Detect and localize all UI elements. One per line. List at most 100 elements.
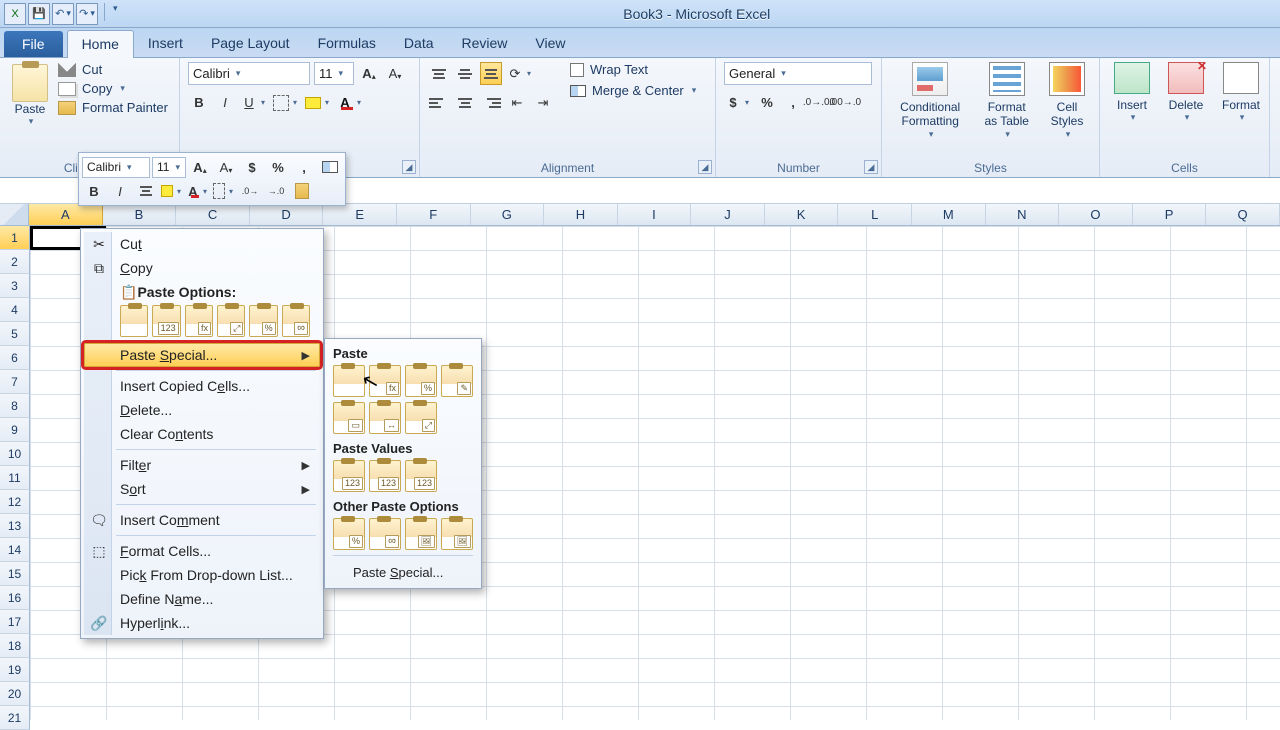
col-header-b[interactable]: B <box>103 204 177 225</box>
mini-size-combo[interactable]: 11▾ <box>152 157 186 178</box>
font-launcher[interactable]: ◢ <box>402 160 416 174</box>
sub-paste-values-num[interactable]: 123 <box>369 460 401 492</box>
sub-paste-formulas-num[interactable]: % <box>405 365 437 397</box>
ctx-insert-copied-cells[interactable]: Insert Copied Cells... <box>84 374 320 398</box>
row-header-13[interactable]: 13 <box>0 514 30 538</box>
accounting-format-button[interactable]: $ <box>724 91 752 114</box>
qat-save-icon[interactable]: 💾 <box>28 3 50 25</box>
ctx-cut[interactable]: ✂Cut <box>84 232 320 256</box>
mini-inc-decimal[interactable]: .0→ <box>238 180 262 202</box>
tab-formulas[interactable]: Formulas <box>304 30 390 57</box>
mini-font-combo[interactable]: Calibri▾ <box>82 157 150 178</box>
alignment-launcher[interactable]: ◢ <box>698 160 712 174</box>
sub-paste-all[interactable] <box>333 365 365 397</box>
sub-paste-link[interactable]: ∞ <box>369 518 401 550</box>
row-header-16[interactable]: 16 <box>0 586 30 610</box>
font-size-combo[interactable]: 11▾ <box>314 62 354 85</box>
ctx-paste-special[interactable]: Paste Special...▶ <box>84 343 320 367</box>
row-header-9[interactable]: 9 <box>0 418 30 442</box>
mini-merge[interactable] <box>318 156 342 178</box>
mini-accounting[interactable]: $ <box>240 156 264 178</box>
ctx-define-name[interactable]: Define Name... <box>84 587 320 611</box>
sub-paste-no-borders[interactable]: ▭ <box>333 402 365 434</box>
grow-font-button[interactable]: A▴ <box>358 62 380 85</box>
sub-paste-picture[interactable]: 🖼 <box>405 518 437 550</box>
row-header-20[interactable]: 20 <box>0 682 30 706</box>
align-right-button[interactable] <box>480 91 502 114</box>
sub-paste-linked-picture[interactable]: 🖼 <box>441 518 473 550</box>
row-header-6[interactable]: 6 <box>0 346 30 370</box>
row-header-1[interactable]: 1 <box>0 226 30 250</box>
mini-fill-color[interactable] <box>160 180 184 202</box>
ctx-paste-formatting[interactable]: % <box>249 305 277 337</box>
ctx-delete[interactable]: Delete... <box>84 398 320 422</box>
conditional-formatting-button[interactable]: Conditional Formatting▾ <box>890 62 970 140</box>
row-header-5[interactable]: 5 <box>0 322 30 346</box>
col-header-o[interactable]: O <box>1059 204 1133 225</box>
paste-button[interactable]: Paste ▾ <box>8 62 52 129</box>
font-color-button[interactable]: A <box>336 91 364 114</box>
font-name-combo[interactable]: Calibri▾ <box>188 62 310 85</box>
decrease-decimal-button[interactable]: .00→.0 <box>834 91 856 114</box>
sub-paste-values-src-fmt[interactable]: 123 <box>405 460 437 492</box>
mini-font-color[interactable]: A <box>186 180 210 202</box>
col-header-m[interactable]: M <box>912 204 986 225</box>
increase-indent-button[interactable]: ⇥ <box>532 91 554 114</box>
shrink-font-button[interactable]: A▾ <box>384 62 406 85</box>
ctx-copy[interactable]: ⧉Copy <box>84 256 320 280</box>
row-header-15[interactable]: 15 <box>0 562 30 586</box>
row-header-21[interactable]: 21 <box>0 706 30 730</box>
row-header-2[interactable]: 2 <box>0 250 30 274</box>
row-header-10[interactable]: 10 <box>0 442 30 466</box>
tab-review[interactable]: Review <box>448 30 522 57</box>
col-header-c[interactable]: C <box>176 204 250 225</box>
row-header-18[interactable]: 18 <box>0 634 30 658</box>
col-header-i[interactable]: I <box>618 204 692 225</box>
format-painter-button[interactable]: Format Painter <box>58 100 168 115</box>
ctx-paste-transpose[interactable]: ⤢ <box>217 305 245 337</box>
decrease-indent-button[interactable]: ⇤ <box>506 91 528 114</box>
copy-button[interactable]: Copy▾ <box>58 81 168 96</box>
ctx-pick-from-list[interactable]: Pick From Drop-down List... <box>84 563 320 587</box>
ctx-hyperlink[interactable]: 🔗Hyperlink... <box>84 611 320 635</box>
tab-file[interactable]: File <box>4 31 63 57</box>
wrap-text-button[interactable]: Wrap Text <box>570 62 696 77</box>
mini-shrink-font[interactable]: A▾ <box>214 156 238 178</box>
mini-align-center[interactable] <box>134 180 158 202</box>
orientation-button[interactable]: ⟳ <box>506 62 534 85</box>
percent-format-button[interactable]: % <box>756 91 778 114</box>
mini-comma[interactable]: , <box>292 156 316 178</box>
ctx-format-cells[interactable]: ⬚Format Cells... <box>84 539 320 563</box>
col-header-j[interactable]: J <box>691 204 765 225</box>
insert-cells-button[interactable]: Insert▾ <box>1108 62 1156 123</box>
ctx-paste-link[interactable]: ∞ <box>282 305 310 337</box>
cell-styles-button[interactable]: Cell Styles▾ <box>1043 62 1091 140</box>
col-header-k[interactable]: K <box>765 204 839 225</box>
row-header-14[interactable]: 14 <box>0 538 30 562</box>
number-format-combo[interactable]: General▾ <box>724 62 872 85</box>
align-center-button[interactable] <box>454 91 476 114</box>
col-header-p[interactable]: P <box>1133 204 1207 225</box>
sub-paste-transpose[interactable]: ⤢ <box>405 402 437 434</box>
col-header-f[interactable]: F <box>397 204 471 225</box>
sub-paste-formulas[interactable]: fx <box>369 365 401 397</box>
bold-button[interactable]: B <box>188 91 210 114</box>
tab-data[interactable]: Data <box>390 30 448 57</box>
fill-color-button[interactable] <box>304 91 332 114</box>
col-header-a[interactable]: A <box>29 204 103 225</box>
sub-paste-values[interactable]: 123 <box>333 460 365 492</box>
tab-insert[interactable]: Insert <box>134 30 197 57</box>
format-as-table-button[interactable]: Format as Table▾ <box>976 62 1037 140</box>
cut-button[interactable]: Cut <box>58 62 168 77</box>
sub-paste-source-fmt[interactable]: ✎ <box>441 365 473 397</box>
sub-paste-special-dialog[interactable]: Paste Special... <box>333 560 473 583</box>
underline-button[interactable]: U <box>240 91 268 114</box>
ctx-clear-contents[interactable]: Clear Contents <box>84 422 320 446</box>
borders-button[interactable] <box>272 91 300 114</box>
col-header-e[interactable]: E <box>323 204 397 225</box>
row-header-3[interactable]: 3 <box>0 274 30 298</box>
qat-redo-icon[interactable]: ↷▾ <box>76 3 98 25</box>
col-header-n[interactable]: N <box>986 204 1060 225</box>
excel-icon[interactable]: X <box>4 3 26 25</box>
tab-home[interactable]: Home <box>67 30 134 58</box>
